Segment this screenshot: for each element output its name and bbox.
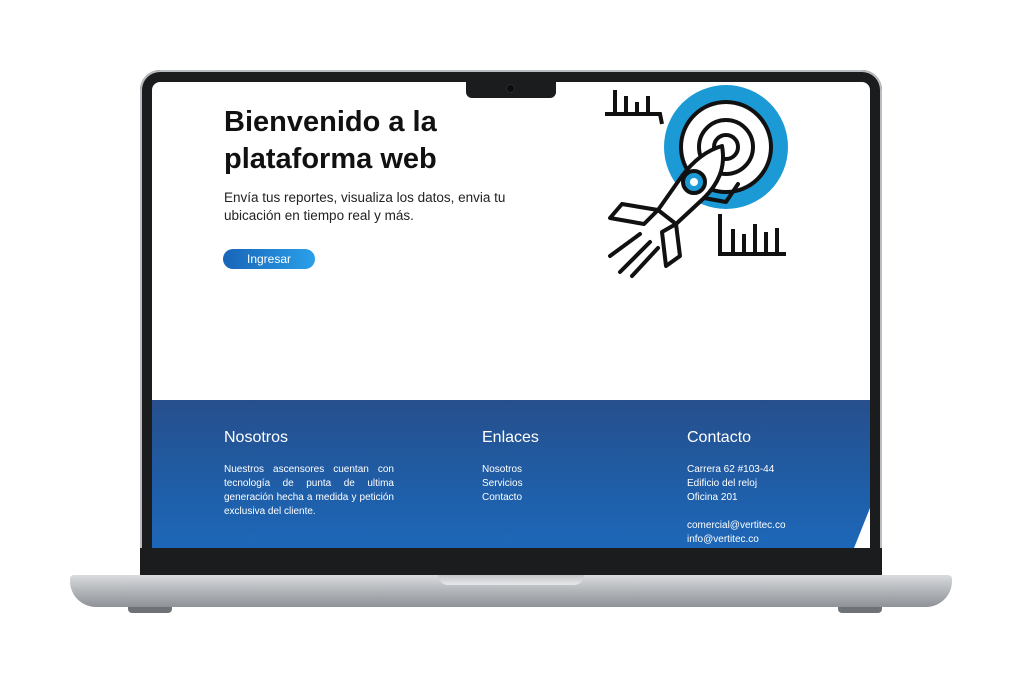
laptop-foot-left [128,607,172,613]
ingresar-button[interactable]: Ingresar [223,249,315,269]
laptop-foot-right [838,607,882,613]
hero-title: Bienvenido a la plataforma web [224,104,564,178]
footer-address-line: Oficina 201 [687,492,738,503]
rocket-target-icon [605,85,788,278]
footer-contact-heading: Contacto [687,429,752,446]
footer-email-info[interactable]: info@vertitec.co [687,533,837,547]
footer-contact: Contacto Carrera 62 #103-44 Edificio del… [687,428,837,547]
laptop-base [70,575,952,607]
footer-about-heading: Nosotros [224,429,289,446]
footer-link-contacto[interactable]: Contacto [482,491,602,505]
hero-subtitle: Envía tus reportes, visualiza los datos,… [224,190,506,223]
footer-email-comercial[interactable]: comercial@vertitec.co [687,519,837,533]
bar-chart-icon-2 [718,214,786,256]
footer-about: Nosotros Nuestros ascensores cuentan con… [224,428,394,519]
bar-chart-icon [605,90,664,125]
laptop-opening-notch [438,575,584,585]
camera-icon [507,85,514,92]
hero-title-line-1: Bienvenido a la [224,106,437,138]
footer-corner-accent [854,508,870,548]
hero-title-line-2: plataforma web [224,143,437,175]
footer-about-text: Nuestros ascensores cuentan con tecnolog… [224,464,394,517]
footer-link-nosotros[interactable]: Nosotros [482,463,602,477]
footer-links-heading: Enlaces [482,429,539,446]
footer-link-servicios[interactable]: Servicios [482,477,602,491]
footer-address-line: Carrera 62 #103-44 [687,464,775,475]
website-screen: Bienvenido a la plataforma web Envía tus… [152,82,870,548]
rocket-window-glint [690,178,698,186]
camera-notch [466,80,556,98]
site-footer: Nosotros Nuestros ascensores cuentan con… [152,400,870,548]
footer-links: Enlaces Nosotros Servicios Contacto [482,428,602,505]
footer-address-line: Edificio del reloj [687,478,758,489]
laptop-bottom-bezel [140,548,882,576]
